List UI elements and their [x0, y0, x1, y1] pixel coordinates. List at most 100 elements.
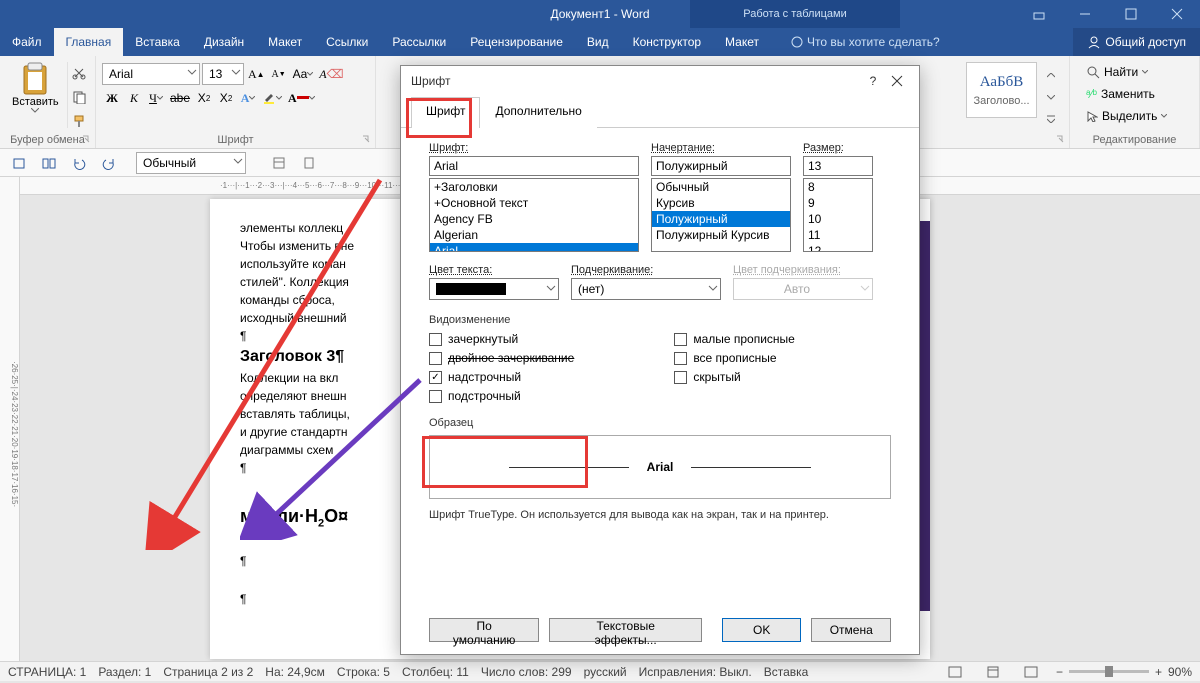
zoom-level[interactable]: 90%	[1168, 665, 1192, 679]
chk-smallcaps[interactable]: малые прописные	[674, 332, 795, 346]
strike-button[interactable]: abe	[168, 87, 192, 109]
qat-btn3[interactable]	[266, 152, 292, 174]
highlight-button[interactable]	[260, 87, 284, 109]
font-input[interactable]	[429, 156, 639, 176]
subscript-button[interactable]: X2	[194, 87, 214, 109]
font-list[interactable]: +Заголовки+Основной текст Agency FBAlger…	[429, 178, 639, 252]
status-section[interactable]: Раздел: 1	[98, 665, 151, 679]
shrink-font-button[interactable]: A▼	[269, 63, 289, 85]
share-button[interactable]: Общий доступ	[1073, 28, 1200, 56]
replace-label: Заменить	[1101, 87, 1155, 101]
font-color-button[interactable]: A	[286, 87, 317, 109]
paste-button[interactable]: Вставить	[6, 58, 65, 132]
font-name-combo[interactable]: Arial	[102, 63, 200, 85]
underline-dropdown[interactable]: (нет)	[571, 278, 721, 300]
font-size-combo[interactable]: 13	[202, 63, 244, 85]
color-dropdown[interactable]	[429, 278, 559, 300]
default-button[interactable]: По умолчанию	[429, 618, 539, 642]
status-insert[interactable]: Вставка	[764, 665, 809, 679]
qat-btn2[interactable]	[36, 152, 62, 174]
minimize-icon[interactable]	[1062, 0, 1108, 28]
dialog-titlebar[interactable]: Шрифт ?	[401, 66, 919, 96]
tab-table-design[interactable]: Конструктор	[621, 28, 713, 56]
view-print[interactable]	[980, 661, 1006, 683]
brush-icon	[72, 114, 86, 128]
dialog-tab-advanced[interactable]: Дополнительно	[480, 97, 596, 128]
qat-btn1[interactable]	[6, 152, 32, 174]
status-bar: СТРАНИЦА: 1 Раздел: 1 Страница 2 из 2 На…	[0, 661, 1200, 681]
tab-view[interactable]: Вид	[575, 28, 621, 56]
font-launcher[interactable]	[360, 133, 372, 145]
maximize-icon[interactable]	[1108, 0, 1154, 28]
dialog-tab-font[interactable]: Шрифт	[411, 97, 480, 128]
size-input[interactable]	[803, 156, 873, 176]
text-effects-button[interactable]: Текстовые эффекты...	[549, 618, 702, 642]
tab-home[interactable]: Главная	[54, 28, 124, 56]
tab-design[interactable]: Дизайн	[192, 28, 256, 56]
close-icon[interactable]	[1154, 0, 1200, 28]
ruler-vertical[interactable]: ·26·25·|·24·23·22·21·20·19·18·17·16·15·	[0, 177, 20, 661]
tell-me[interactable]: Что вы хотите сделать?	[779, 28, 952, 56]
clear-format-button[interactable]: A⌫	[317, 63, 345, 85]
style-quick-value: Обычный	[143, 156, 196, 170]
cut-button[interactable]	[69, 62, 89, 84]
styles-launcher[interactable]	[1054, 133, 1066, 145]
underline-button[interactable]: Ч	[146, 87, 166, 109]
redo-button[interactable]	[96, 152, 122, 174]
text-effects-button[interactable]: A	[238, 87, 258, 109]
tab-review[interactable]: Рецензирование	[458, 28, 575, 56]
zoom-in[interactable]: +	[1155, 665, 1162, 679]
status-lang[interactable]: русский	[584, 665, 627, 679]
group-styles: АаБбВ Заголово...	[958, 56, 1070, 148]
chk-strike[interactable]: зачеркнутый	[429, 332, 574, 346]
superscript-button[interactable]: X2	[216, 87, 236, 109]
ribbon-display-icon[interactable]	[1016, 0, 1062, 28]
undo-button[interactable]	[66, 152, 92, 174]
zoom-out[interactable]: −	[1056, 665, 1063, 679]
find-button[interactable]: Найти	[1082, 62, 1187, 82]
dialog-title: Шрифт	[411, 74, 450, 88]
status-words[interactable]: Число слов: 299	[481, 665, 572, 679]
styles-down[interactable]	[1041, 86, 1061, 108]
chk-sub[interactable]: подстрочный	[429, 389, 574, 403]
chk-hidden[interactable]: скрытый	[674, 370, 795, 384]
tab-file[interactable]: Файл	[0, 28, 54, 56]
style-name: Заголово...	[973, 95, 1029, 107]
style-quick-combo[interactable]: Обычный	[136, 152, 246, 174]
tab-layout[interactable]: Макет	[256, 28, 314, 56]
qat-btn4[interactable]	[296, 152, 322, 174]
view-web[interactable]	[1018, 661, 1044, 683]
styles-more[interactable]	[1041, 108, 1061, 130]
styles-up[interactable]	[1041, 64, 1061, 86]
status-pages[interactable]: Страница 2 из 2	[163, 665, 253, 679]
ok-button[interactable]: OK	[722, 618, 802, 642]
style-list[interactable]: ОбычныйКурсив ПолужирныйПолужирный Курси…	[651, 178, 791, 252]
format-painter-button[interactable]	[69, 110, 89, 132]
size-list[interactable]: 89 1011 12	[803, 178, 873, 252]
cancel-button[interactable]: Отмена	[811, 618, 891, 642]
view-read[interactable]	[942, 661, 968, 683]
tab-table-layout[interactable]: Макет	[713, 28, 771, 56]
dialog-help[interactable]: ?	[861, 69, 885, 93]
tab-mailings[interactable]: Рассылки	[380, 28, 458, 56]
select-button[interactable]: Выделить	[1082, 106, 1187, 126]
replace-button[interactable]: ᵃ⁄ᵇЗаменить	[1082, 84, 1187, 104]
chk-super[interactable]: ✓надстрочный	[429, 370, 574, 384]
copy-button[interactable]	[69, 86, 89, 108]
tab-references[interactable]: Ссылки	[314, 28, 380, 56]
status-page[interactable]: СТРАНИЦА: 1	[8, 665, 86, 679]
dialog-close[interactable]	[885, 69, 909, 93]
change-case-button[interactable]: Aa	[291, 63, 316, 85]
tab-insert[interactable]: Вставка	[123, 28, 192, 56]
style-input[interactable]	[651, 156, 791, 176]
chk-dstrike[interactable]: двойное зачеркивание	[429, 351, 574, 365]
grow-font-button[interactable]: A▲	[246, 63, 267, 85]
bold-button[interactable]: Ж	[102, 87, 122, 109]
clipboard-launcher[interactable]	[80, 133, 92, 145]
zoom-slider[interactable]	[1069, 670, 1149, 673]
status-track[interactable]: Исправления: Выкл.	[639, 665, 752, 679]
style-gallery-item[interactable]: АаБбВ Заголово...	[966, 62, 1037, 118]
italic-button[interactable]: К	[124, 87, 144, 109]
chk-allcaps[interactable]: все прописные	[674, 351, 795, 365]
chevron-down-icon	[860, 283, 870, 293]
